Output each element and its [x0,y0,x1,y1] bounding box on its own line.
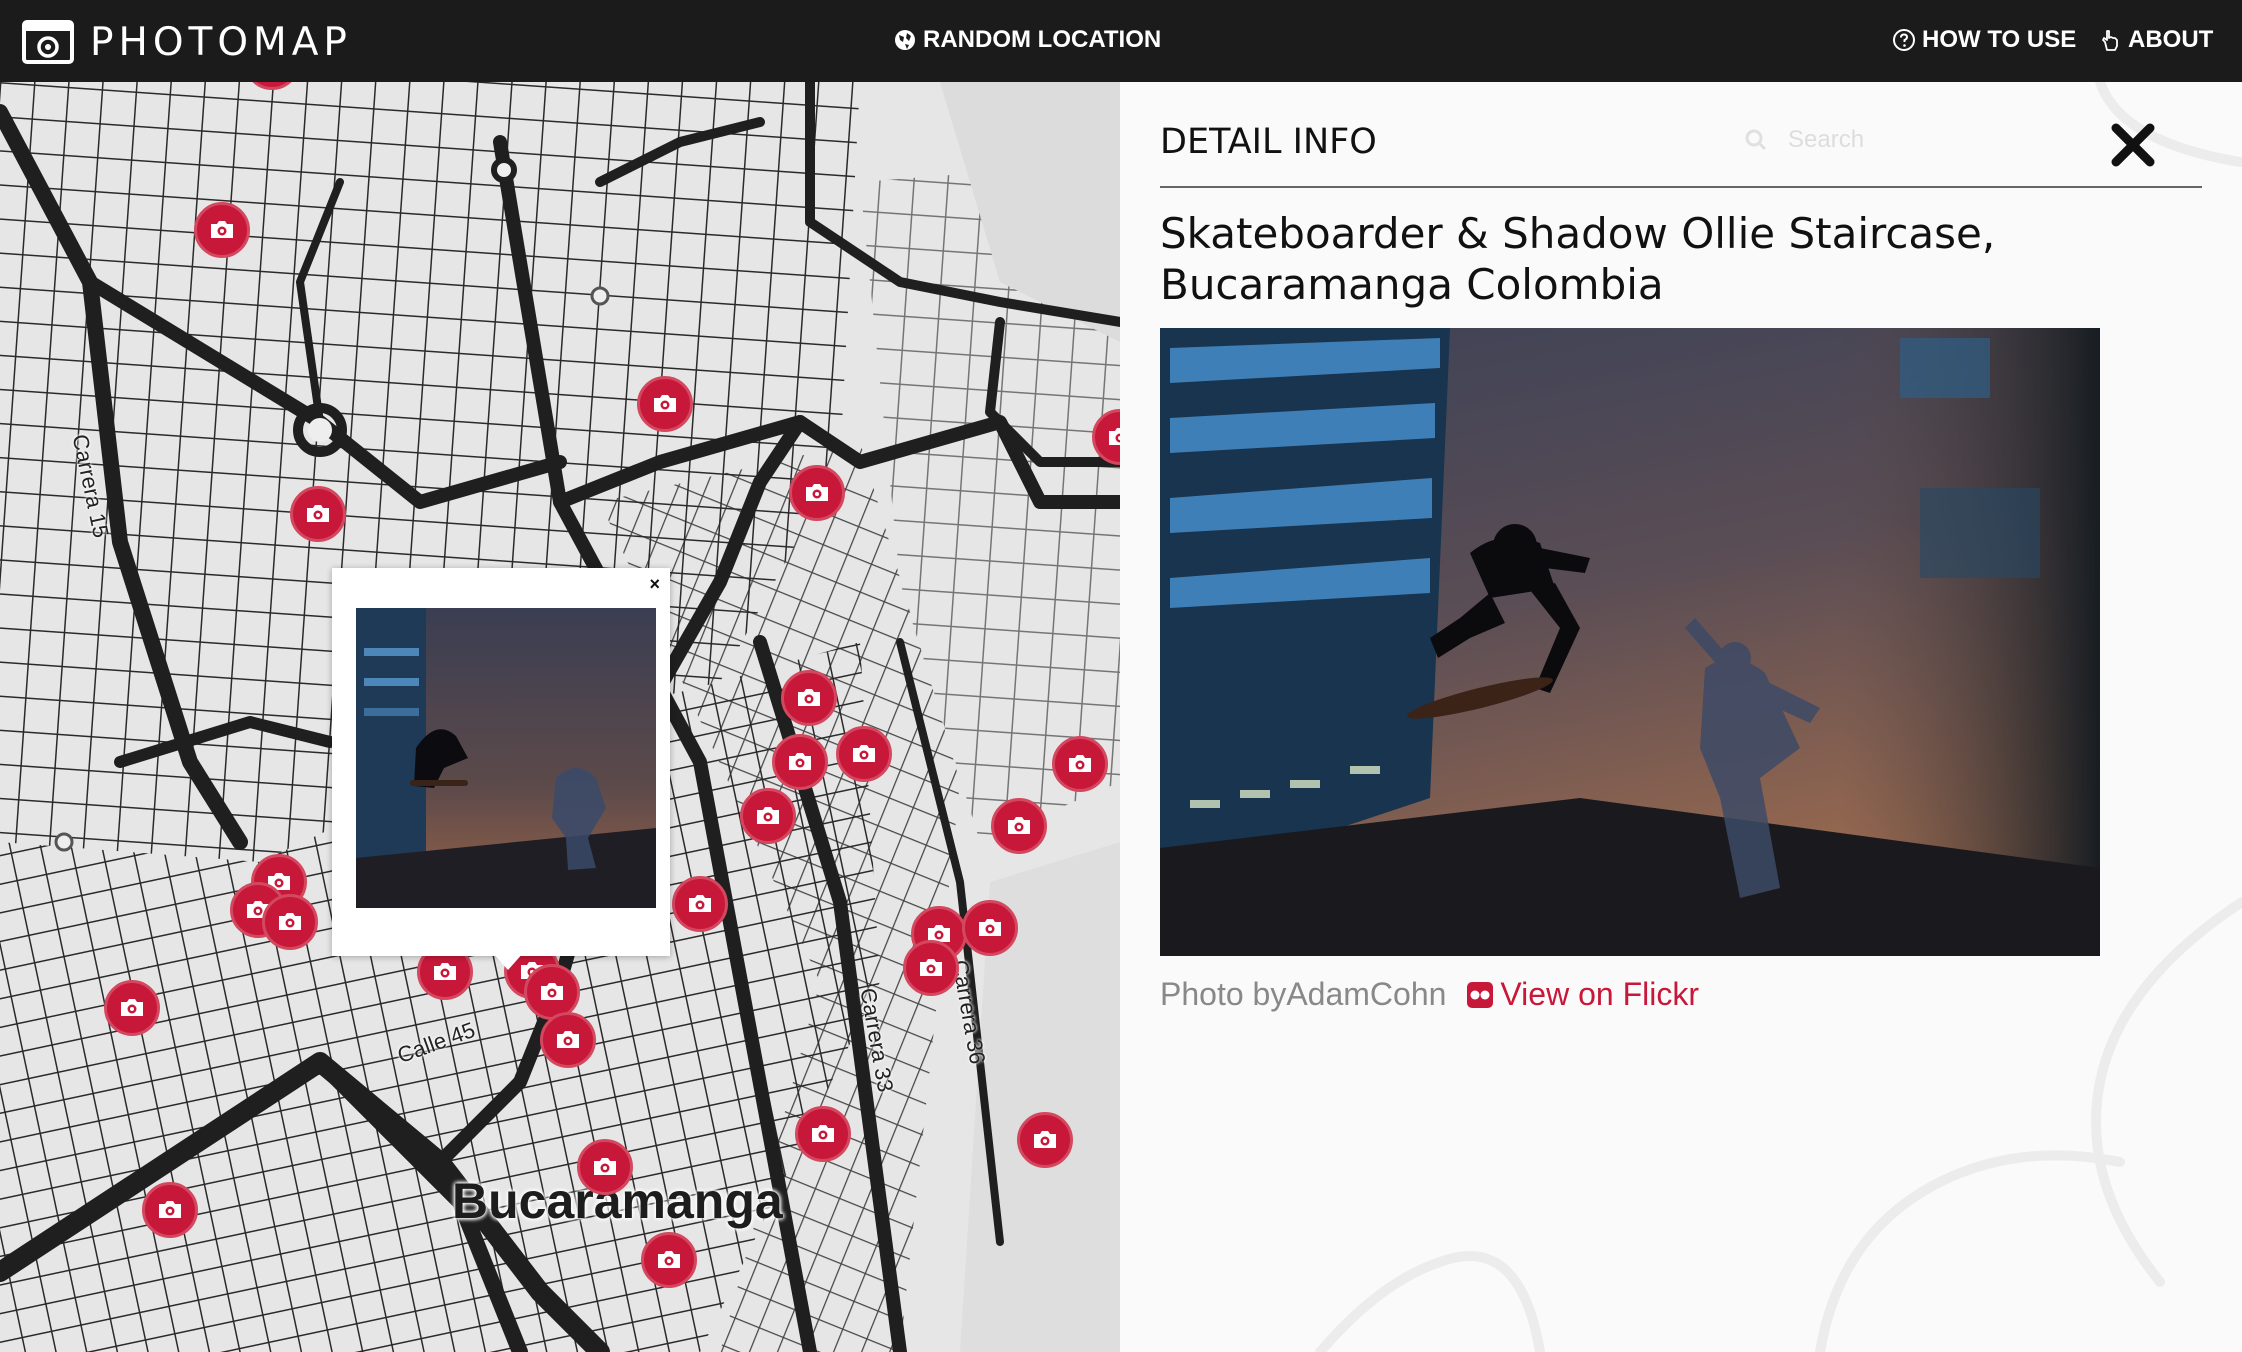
photo-marker[interactable] [540,1012,596,1068]
photo-marker[interactable] [836,726,892,782]
about-label: ABOUT [2128,26,2214,53]
photo-marker[interactable] [789,465,845,521]
search-input[interactable]: Search [1788,126,1864,154]
globe-icon [895,30,915,50]
detail-heading: DETAIL INFO [1160,122,1377,162]
photo-marker[interactable] [577,1139,633,1195]
close-panel-icon[interactable] [2110,122,2156,168]
camera-icon [1034,1131,1056,1148]
view-on-flickr-label: View on Flickr [1500,976,1699,1012]
map-view[interactable]: Carrera 15 Calle 45 Carrera 33 Carrera 3… [0,82,1120,1352]
map-popup: × [332,568,670,970]
app-title[interactable]: PHOTOMAP [90,20,352,65]
camera-icon [211,221,233,238]
photo-marker[interactable] [262,894,318,950]
camera-icon [853,745,875,762]
camera-icon [557,1031,579,1048]
camera-icon [1008,817,1030,834]
camera-icon [654,395,676,412]
photo-marker[interactable] [637,376,693,432]
photo-credit: Photo by AdamCohn View on Flickr [1160,976,1699,1013]
photo-title: Skateboarder & Shadow Ollie Staircase, B… [1160,209,1996,309]
photo-marker[interactable] [1017,1112,1073,1168]
camera-icon [757,807,779,824]
camera-icon [594,1158,616,1175]
credit-prefix: Photo by [1160,976,1287,1012]
camera-icon [541,983,563,1000]
view-on-flickr-link[interactable]: View on Flickr [1466,976,1699,1013]
camera-icon [159,1201,181,1218]
photo-marker[interactable] [962,900,1018,956]
hand-pointer-icon [2102,30,2118,51]
photo-marker[interactable] [672,876,728,932]
camera-logo-icon[interactable] [22,18,74,64]
camera-icon [307,505,329,522]
how-to-use-label: HOW TO USE [1922,26,2077,53]
photo-marker[interactable] [641,1232,697,1288]
question-circle-icon [1893,29,1915,51]
search-box[interactable]: Search [1744,104,2054,176]
photo-marker[interactable] [772,734,828,790]
camera-icon [121,999,143,1016]
camera-icon [1109,428,1120,445]
skateboarder-thumbnail-image [356,608,656,908]
photo-marker[interactable] [104,980,160,1036]
about-link[interactable]: ABOUT [2098,26,2213,54]
photo-marker[interactable] [142,1182,198,1238]
how-to-use-link[interactable]: HOW TO USE [1892,26,2076,54]
camera-icon [689,895,711,912]
camera-icon [806,484,828,501]
popup-close-button[interactable]: × [649,574,660,595]
skateboarder-photo-image [1160,328,2100,956]
popup-tail [492,952,524,970]
photo-marker[interactable] [903,940,959,996]
camera-icon [658,1251,680,1268]
photo-marker[interactable] [781,670,837,726]
camera-icon [434,963,456,980]
camera-icon [979,919,1001,936]
photo-marker[interactable] [194,202,250,258]
photo-marker[interactable] [290,486,346,542]
photo-author: AdamCohn [1286,976,1447,1012]
search-icon [1745,129,1767,151]
camera-icon [798,689,820,706]
camera-icon [812,1125,834,1142]
detail-panel: Search DETAIL INFO Skateboarder & Shadow… [1120,82,2242,1352]
photo-marker[interactable] [991,798,1047,854]
photo-main[interactable] [1160,328,2100,956]
popup-thumbnail[interactable] [356,608,656,908]
top-bar: PHOTOMAP RANDOM LOCATION HOW TO USE ABOU… [0,0,2242,82]
random-location-label: RANDOM LOCATION [923,26,1162,53]
camera-icon [789,753,811,770]
photo-marker[interactable] [740,788,796,844]
camera-icon [279,913,301,930]
camera-icon [920,959,942,976]
camera-icon [1069,755,1091,772]
random-location-link[interactable]: RANDOM LOCATION [893,26,1161,54]
heading-divider [1160,186,2202,188]
flickr-icon [1467,981,1494,1008]
photo-marker[interactable] [1052,736,1108,792]
photo-marker[interactable] [795,1106,851,1162]
